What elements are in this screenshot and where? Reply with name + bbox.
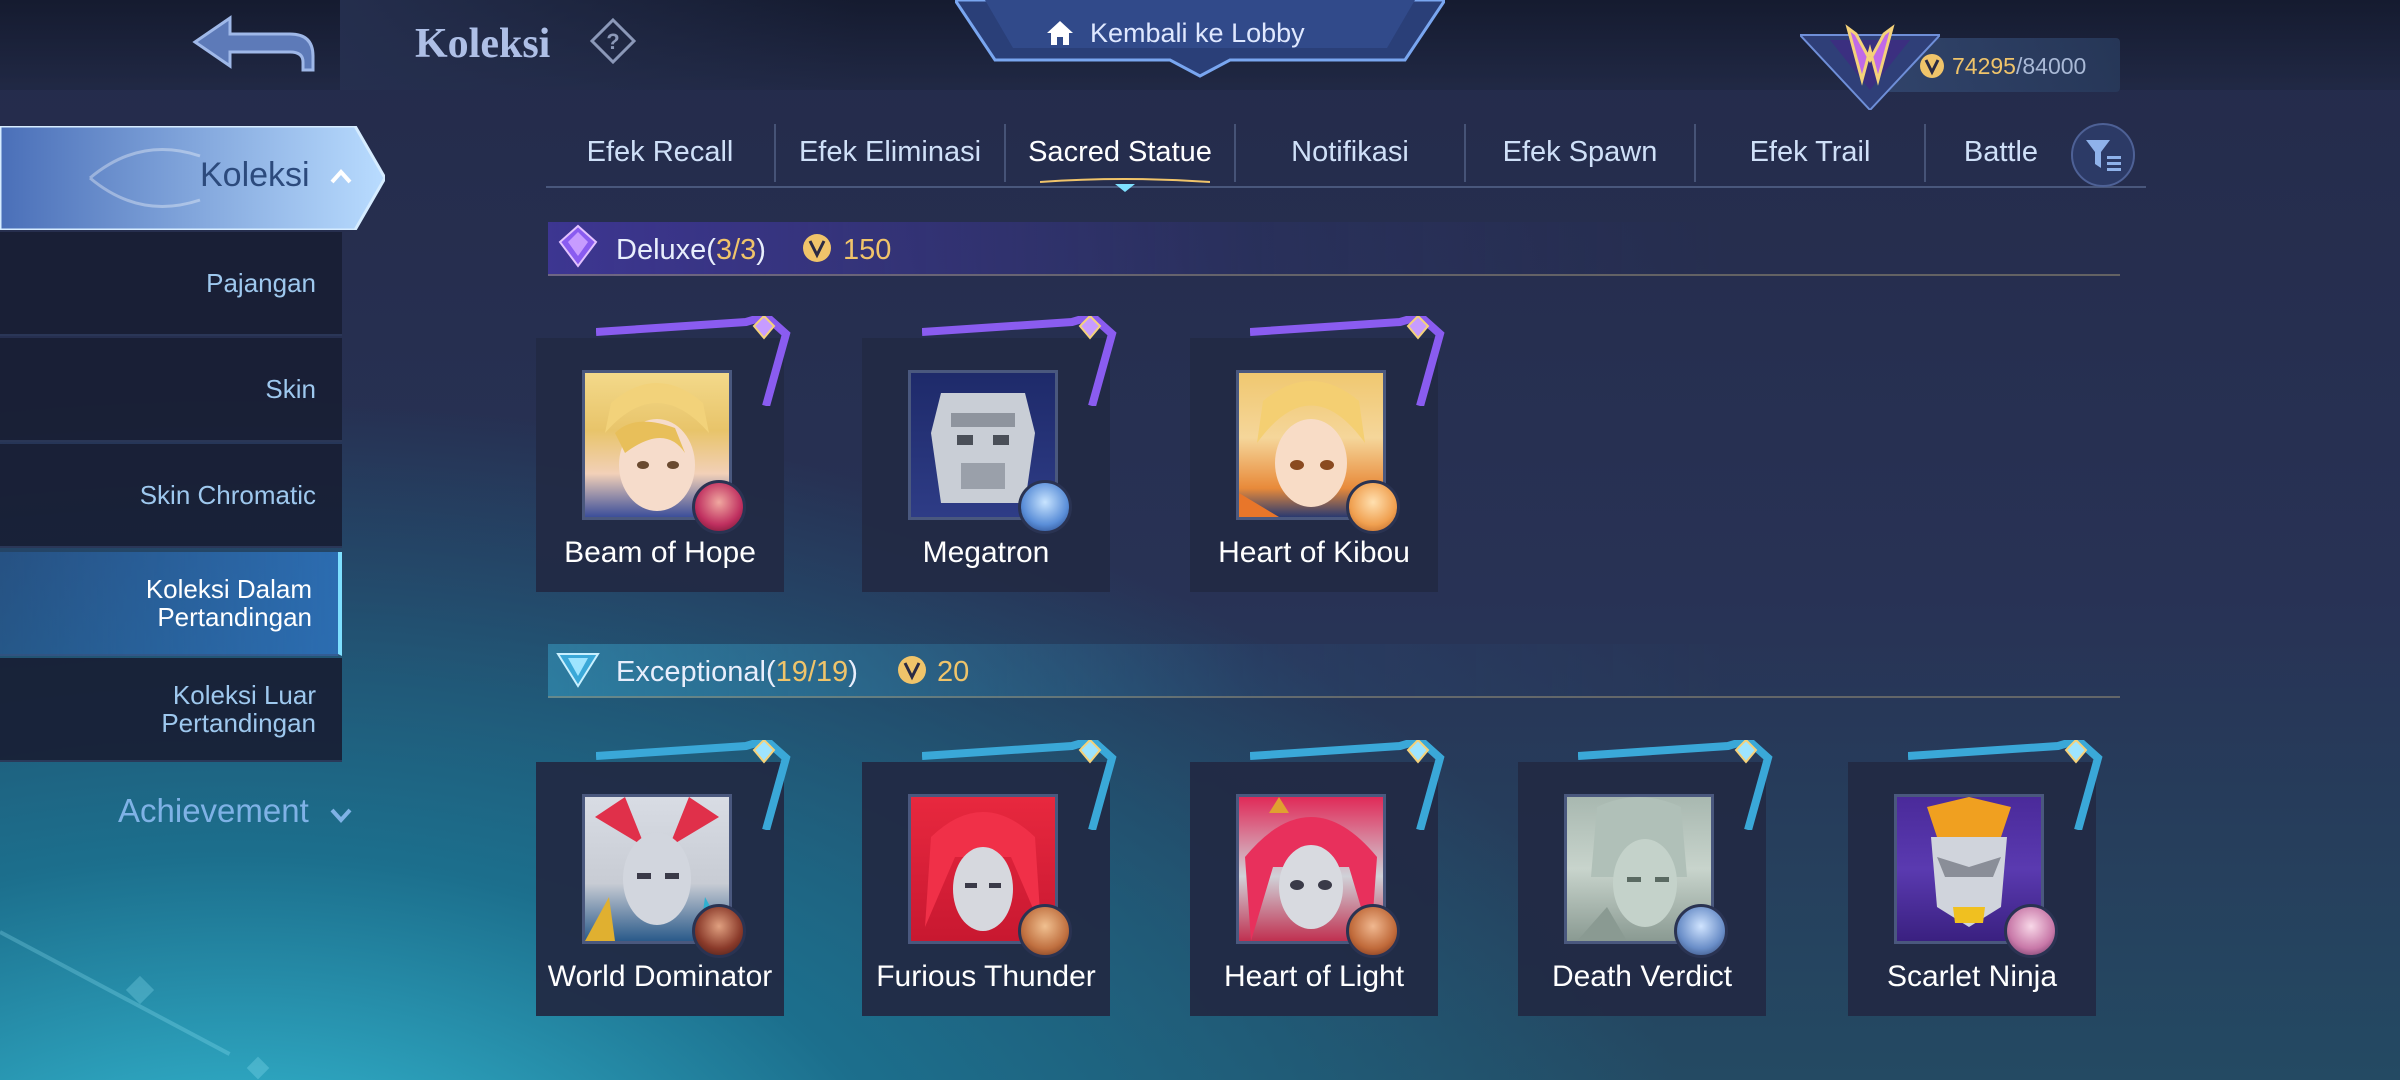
hero-avatar xyxy=(1346,904,1400,958)
chevron-up-icon xyxy=(330,168,352,184)
hero-avatar xyxy=(2004,904,2058,958)
tab-notifikasi[interactable]: Notifikasi xyxy=(1236,120,1464,184)
item-name: Furious Thunder xyxy=(876,960,1096,993)
tab-battle[interactable]: Battle xyxy=(1926,120,2076,184)
collection-coin-icon xyxy=(896,654,928,686)
collection-coin-icon xyxy=(801,232,833,264)
item-name: Megatron xyxy=(922,536,1050,569)
deluxe-title: Deluxe xyxy=(616,234,707,266)
exceptional-gem-icon xyxy=(556,646,600,690)
back-arrow-icon xyxy=(192,15,315,72)
exceptional-count-open: ( xyxy=(765,656,776,688)
deluxe-count-close: ) xyxy=(756,234,766,266)
sidebar-item-koleksi-dalam-pertandingan[interactable]: Koleksi Dalam Pertandingan xyxy=(0,552,342,656)
deluxe-points: 150 xyxy=(843,234,892,266)
help-icon[interactable]: ? xyxy=(589,17,637,65)
exceptional-item-card[interactable]: Death Verdict xyxy=(1518,740,1773,1016)
sidebar-item-koleksi-luar-pertandingan[interactable]: Koleksi Luar Pertandingan xyxy=(0,658,342,762)
item-name: Death Verdict xyxy=(1551,960,1733,993)
sidebar-item-label: Koleksi Luar Pertandingan xyxy=(161,680,316,738)
exceptional-item-card[interactable]: World Dominator xyxy=(536,740,791,1016)
exceptional-item-card[interactable]: Furious Thunder xyxy=(862,740,1117,1016)
deluxe-section-title: Deluxe(3/3) xyxy=(616,234,766,267)
item-name: Scarlet Ninja xyxy=(1886,960,2058,993)
deluxe-count: 3/3 xyxy=(715,234,757,266)
background-shard xyxy=(0,930,231,1056)
collection-coin-icon xyxy=(1918,52,1946,80)
sidebar-koleksi-label: Koleksi xyxy=(200,156,310,194)
item-name: Heart of Kibou xyxy=(1218,536,1410,569)
exceptional-count-close: ) xyxy=(848,656,858,688)
item-name: World Dominator xyxy=(547,960,773,993)
active-tab-indicator xyxy=(1039,178,1211,194)
deluxe-gem-icon xyxy=(556,224,600,268)
deluxe-item-card[interactable]: Heart of Kibou xyxy=(1190,316,1445,592)
hero-avatar xyxy=(692,480,746,534)
deluxe-count-open: ( xyxy=(706,234,716,266)
sidebar-achievement-button[interactable]: Achievement xyxy=(118,792,309,830)
sidebar-item-skin[interactable]: Skin xyxy=(0,338,342,442)
item-name: Heart of Light xyxy=(1223,960,1405,993)
hero-avatar xyxy=(1674,904,1728,958)
home-icon xyxy=(1045,18,1075,48)
sidebar-item-label: Skin xyxy=(265,374,316,404)
category-tabs: Efek Recall Efek Eliminasi Sacred Statue… xyxy=(546,120,2146,188)
sidebar-item-label: Skin Chromatic xyxy=(139,480,316,510)
deluxe-item-card[interactable]: Beam of Hope xyxy=(536,316,791,592)
exceptional-item-card[interactable]: Scarlet Ninja xyxy=(1848,740,2103,1016)
page-title: Koleksi xyxy=(415,21,551,67)
sidebar-item-pajangan[interactable]: Pajangan xyxy=(0,232,342,336)
sidebar-koleksi-button[interactable] xyxy=(0,124,387,232)
exceptional-item-card[interactable]: Heart of Light xyxy=(1190,740,1445,1016)
hero-avatar xyxy=(692,904,746,958)
background-shard xyxy=(246,1056,270,1080)
filter-button[interactable] xyxy=(2070,122,2136,188)
sidebar-item-skin-chromatic[interactable]: Skin Chromatic xyxy=(0,444,342,548)
hero-avatar xyxy=(1018,904,1072,958)
chevron-down-icon xyxy=(330,808,352,824)
points-max: /84000 xyxy=(2015,53,2087,79)
hero-avatar xyxy=(1346,480,1400,534)
back-to-lobby-label: Kembali ke Lobby xyxy=(1090,18,1305,48)
exceptional-count: 19/19 xyxy=(775,656,849,688)
tab-sacred-statue[interactable]: Sacred Statue xyxy=(1006,120,1234,184)
back-button[interactable] xyxy=(185,10,320,80)
deluxe-section-header xyxy=(548,222,2120,276)
exceptional-title: Exceptional xyxy=(616,656,766,688)
sidebar-item-label: Koleksi Dalam Pertandingan xyxy=(145,574,312,632)
item-name: Beam of Hope xyxy=(564,536,756,569)
exceptional-section-title: Exceptional(19/19) xyxy=(616,656,858,689)
tab-efek-recall[interactable]: Efek Recall xyxy=(546,120,774,184)
svg-text:?: ? xyxy=(606,29,619,54)
sidebar-item-label: Pajangan xyxy=(206,268,316,298)
exceptional-points: 20 xyxy=(937,656,970,688)
hero-avatar xyxy=(1018,480,1072,534)
collection-points: 74295/84000 xyxy=(1952,53,2086,80)
deluxe-item-card[interactable]: Megatron xyxy=(862,316,1117,592)
tab-efek-spawn[interactable]: Efek Spawn xyxy=(1466,120,1694,184)
tab-efek-eliminasi[interactable]: Efek Eliminasi xyxy=(776,120,1004,184)
points-current: 74295 xyxy=(1952,53,2016,79)
tab-efek-trail[interactable]: Efek Trail xyxy=(1696,120,1924,184)
